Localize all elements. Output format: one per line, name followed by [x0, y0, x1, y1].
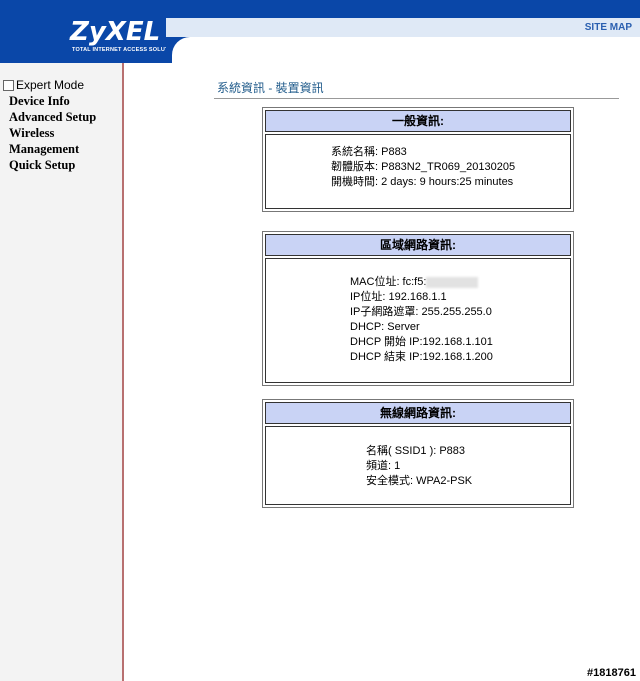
header-strip: [166, 18, 640, 37]
sidebar-nav: Device Info Advanced Setup Wireless Mana…: [9, 93, 96, 173]
lan-info-body: MAC位址: fc:f5: IP位址: 192.168.1.1 IP子網路遮罩:…: [265, 258, 571, 383]
general-info-panel: 一般資訊: 系統名稱: P883 韌體版本: P883N2_TR069_2013…: [262, 107, 574, 212]
sidebar-item-wireless[interactable]: Wireless: [9, 125, 96, 141]
expert-mode-label: Expert Mode: [16, 78, 85, 92]
dhcp-mode: DHCP: Server: [350, 321, 420, 333]
mac-address-label: MAC位址: fc:f5:: [350, 276, 427, 288]
mac-redaction: [426, 276, 479, 288]
general-info-body: 系統名稱: P883 韌體版本: P883N2_TR069_20130205 開…: [265, 134, 571, 209]
sidebar-item-advanced-setup[interactable]: Advanced Setup: [9, 109, 96, 125]
watermark: #1818761: [587, 667, 636, 679]
general-info-title: 一般資訊:: [265, 110, 571, 132]
breadcrumb: 系統資訊 - 裝置資訊: [217, 81, 324, 95]
ip-address: IP位址: 192.168.1.1: [350, 291, 447, 303]
zyxel-logo: ZyXEL: [70, 17, 161, 47]
security-mode: 安全模式: WPA2-PSK: [366, 475, 473, 487]
mac-address: MAC位址: fc:f5:: [350, 275, 570, 290]
sidebar-item-device-info[interactable]: Device Info: [9, 93, 96, 109]
expert-mode-checkbox[interactable]: [3, 79, 14, 91]
expert-mode-toggle[interactable]: Expert Mode: [3, 78, 84, 92]
logo-block: ZyXEL TOTAL INTERNET ACCESS SOLUTION: [0, 0, 179, 63]
system-name: 系統名稱: P883: [331, 146, 407, 158]
logo-tagline: TOTAL INTERNET ACCESS SOLUTION: [72, 47, 179, 53]
dhcp-start: DHCP 開始 IP:192.168.1.101: [350, 336, 493, 348]
sidebar-item-management[interactable]: Management: [9, 141, 96, 157]
site-map-link[interactable]: SITE MAP: [585, 22, 632, 33]
wireless-info-panel: 無線網路資訊: 名稱( SSID1 ): P883 頻道: 1 安全模式: WP…: [262, 399, 574, 508]
header-curve-cut: [172, 37, 212, 67]
channel: 頻道: 1: [366, 460, 401, 472]
subnet-mask: IP子網路遮罩: 255.255.255.0: [350, 306, 492, 318]
breadcrumb-divider: [214, 98, 619, 99]
wireless-info-title: 無線網路資訊:: [265, 402, 571, 424]
wireless-info-body: 名稱( SSID1 ): P883 頻道: 1 安全模式: WPA2-PSK: [265, 426, 571, 505]
uptime: 開機時間: 2 days: 9 hours:25 minutes: [331, 176, 514, 188]
firmware-version: 韌體版本: P883N2_TR069_20130205: [331, 161, 516, 173]
ssid: 名稱( SSID1 ): P883: [366, 445, 466, 457]
lan-info-title: 區域網路資訊:: [265, 234, 571, 256]
lan-info-panel: 區域網路資訊: MAC位址: fc:f5: IP位址: 192.168.1.1 …: [262, 231, 574, 386]
header-band: [166, 0, 640, 18]
dhcp-end: DHCP 結束 IP:192.168.1.200: [350, 351, 493, 363]
sidebar: Expert Mode Device Info Advanced Setup W…: [0, 63, 124, 681]
sidebar-item-quick-setup[interactable]: Quick Setup: [9, 157, 96, 173]
